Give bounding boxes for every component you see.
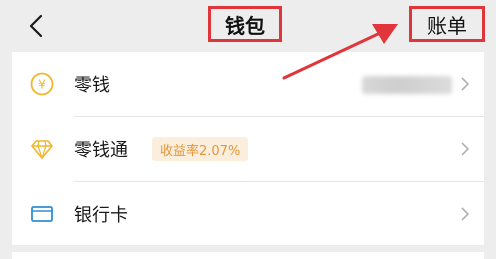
menu-item-label: 银行卡: [74, 205, 128, 226]
back-button[interactable]: [24, 12, 48, 40]
top-nav-bar: 钱包 账单: [0, 0, 496, 52]
bill-button[interactable]: 账单: [409, 6, 485, 42]
coin-yuan-icon: ¥: [30, 72, 54, 96]
page-title: 钱包: [208, 6, 282, 42]
bank-card-icon: [31, 206, 53, 222]
chevron-right-icon: [461, 207, 470, 221]
menu-item-bank-card[interactable]: 银行卡: [12, 182, 484, 246]
wallet-menu-card: ¥ 零钱 零钱通 收益率2.07% 银行卡: [12, 52, 484, 245]
chevron-right-icon: [461, 142, 470, 156]
menu-item-change[interactable]: ¥ 零钱: [12, 52, 484, 116]
chevron-left-icon: [29, 14, 43, 38]
menu-item-label: 零钱通: [74, 140, 128, 161]
chevron-right-icon: [461, 77, 470, 91]
svg-text:¥: ¥: [38, 78, 46, 92]
next-section-edge: [12, 252, 484, 259]
menu-item-label: 零钱: [74, 75, 110, 96]
menu-item-lingqiantong[interactable]: 零钱通 收益率2.07%: [12, 117, 484, 181]
diamond-icon: [31, 140, 53, 160]
redacted-balance: [362, 76, 452, 94]
yield-badge: 收益率2.07%: [152, 137, 249, 161]
